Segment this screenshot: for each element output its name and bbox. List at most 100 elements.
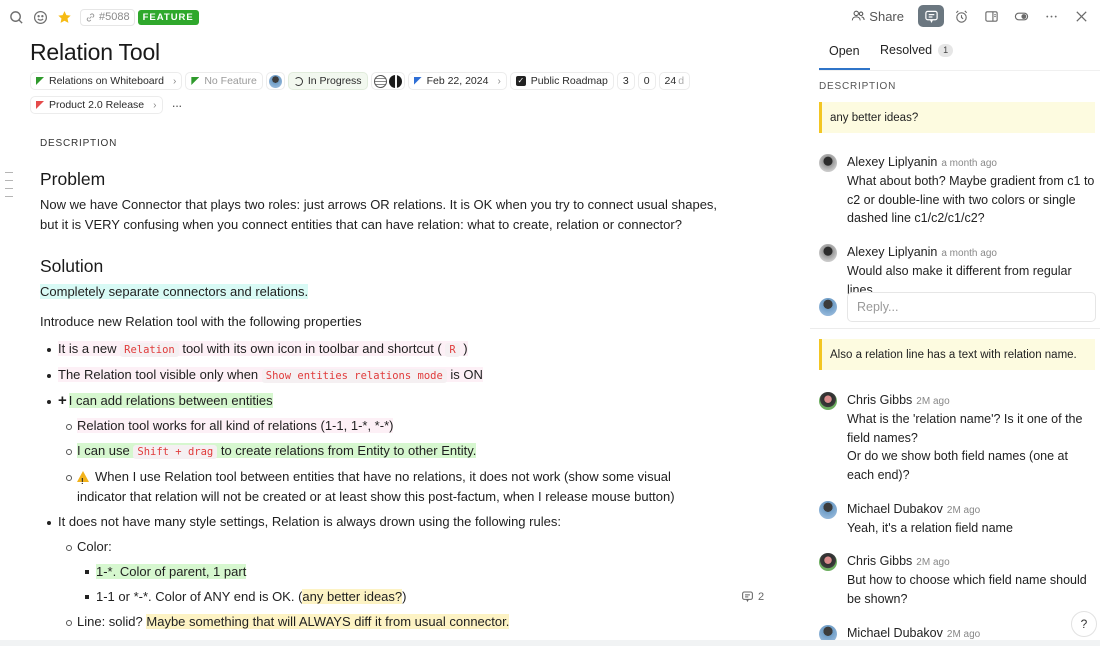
avatar (819, 501, 837, 519)
parent-feature-chip[interactable]: No Feature (185, 72, 263, 90)
share-label: Share (869, 8, 904, 24)
list-item: Relation tool works for all kind of rela… (40, 416, 720, 436)
solution-heading: Solution (40, 256, 104, 276)
list-item: It is a new Relation tool with its own i… (40, 339, 720, 360)
status-chip[interactable]: In Progress (287, 72, 368, 90)
comment-time: a month ago (941, 248, 997, 259)
plus-icon: + (58, 392, 67, 409)
horizontal-scrollbar[interactable] (0, 640, 1100, 646)
comment-icon (742, 591, 753, 603)
count-a-chip[interactable]: 3 (616, 72, 635, 90)
list-item: Color: (40, 537, 720, 557)
toggle-icon[interactable] (1008, 5, 1034, 27)
list-item: When I use Relation tool between entitie… (40, 467, 720, 507)
comment-author[interactable]: Michael Dubakov (847, 502, 943, 516)
more-properties-button[interactable]: ··· (166, 96, 188, 114)
issue-id: #5088 (99, 11, 130, 23)
comment-author[interactable]: Michael Dubakov (847, 626, 943, 640)
count-a: 3 (622, 75, 629, 87)
list-item: The Relation tool visible only when Show… (40, 365, 720, 386)
resolved-count-badge: 1 (938, 43, 954, 57)
people-icon (852, 10, 865, 21)
close-icon[interactable] (1068, 5, 1094, 27)
properties-bar: Relations on Whiteboard › No Feature In … (30, 72, 790, 114)
commented-text[interactable]: any better ideas? (302, 589, 403, 604)
inline-comment-count[interactable]: 2 (741, 590, 764, 603)
comments-tabs: Open Resolved 1 (819, 34, 1100, 71)
avatar (819, 244, 837, 262)
properties-list: It is a new Relation tool with its own i… (40, 339, 720, 632)
comment-text: What about both? Maybe gradient from c1 … (847, 174, 1095, 225)
page-title[interactable]: Relation Tool (30, 39, 160, 66)
help-button[interactable]: ? (1071, 611, 1097, 637)
more-icon[interactable] (1038, 5, 1064, 27)
feature-label: Relations on Whiteboard (49, 75, 164, 87)
in-progress-icon (293, 76, 303, 86)
checkbox-icon: ✓ (515, 76, 526, 86)
inline-code: R (445, 343, 460, 357)
feature-chip[interactable]: Relations on Whiteboard › (30, 72, 183, 90)
reply-input[interactable] (847, 292, 1096, 322)
date-chip[interactable]: Feb 22, 2024 › (407, 72, 507, 90)
sidebar-panel-icon[interactable] (978, 5, 1004, 27)
release-label: Product 2.0 Release (49, 99, 145, 111)
comment-author[interactable]: Chris Gibbs (847, 554, 912, 568)
comment-time: 2M ago (946, 505, 981, 516)
roadmap-chip[interactable]: ✓ Public Roadmap (509, 72, 614, 90)
comment-text: But how to choose which field name shoul… (847, 573, 1087, 606)
avatar (373, 74, 387, 88)
comments-icon[interactable] (918, 5, 944, 27)
avatar (819, 298, 837, 316)
outline-navigator[interactable] (5, 172, 13, 204)
commented-text[interactable]: Maybe something that will ALWAYS diff it… (146, 614, 510, 629)
avatar (388, 74, 402, 88)
top-bar-left: #5088 FEATURE (4, 8, 199, 26)
list-item: + I can add relations between entities (40, 391, 720, 411)
quoted-text[interactable]: Also a relation line has a text with rel… (819, 339, 1095, 370)
count-b-chip[interactable]: 0 (637, 72, 656, 90)
age-value: 24 (664, 75, 677, 87)
avatar (819, 392, 837, 410)
tab-open[interactable]: Open (819, 44, 870, 70)
chevron-right-icon: › (497, 75, 501, 87)
list-item: I can use Shift + drag to create relatio… (40, 441, 720, 462)
comment-text: Yeah, it's a relation field name (847, 521, 1013, 535)
age-chip[interactable]: 24 d (658, 72, 691, 90)
share-button[interactable]: Share (845, 7, 910, 26)
top-bar-right: Share (845, 5, 1094, 27)
type-badge[interactable]: FEATURE (137, 9, 199, 25)
comment-author[interactable]: Alexey Liplyanin (847, 245, 937, 259)
count-b: 0 (643, 75, 650, 87)
comment-author[interactable]: Chris Gibbs (847, 393, 912, 407)
age-unit: d (678, 75, 685, 87)
quoted-text[interactable]: any better ideas? (819, 102, 1095, 133)
comment-time: 2M ago (946, 629, 981, 640)
comment-time: 2M ago (916, 557, 950, 568)
status-label: In Progress (307, 75, 362, 87)
avatar (819, 154, 837, 172)
document-area: Relation Tool Relations on Whiteboard › … (0, 34, 810, 640)
comment-author[interactable]: Alexey Liplyanin (847, 155, 937, 169)
star-icon[interactable] (52, 8, 76, 26)
thread-divider (810, 328, 1100, 329)
release-chip[interactable]: Product 2.0 Release › (30, 96, 163, 114)
issue-id-chip[interactable]: #5088 (80, 8, 135, 26)
comments-panel: Open Resolved 1 DESCRIPTION any better i… (810, 34, 1100, 640)
tab-resolved[interactable]: Resolved 1 (880, 43, 954, 57)
list-item: Line: solid? Maybe something that will A… (40, 612, 720, 632)
owners-chip[interactable] (370, 72, 405, 90)
inline-code: Relation (120, 343, 179, 357)
assignee-chip[interactable] (265, 72, 285, 90)
date-label: Feb 22, 2024 (426, 75, 489, 87)
inline-code: Shift + drag (133, 445, 218, 459)
description-body[interactable]: DESCRIPTION Problem Now we have Connecto… (40, 134, 720, 637)
emoji-icon[interactable] (28, 8, 52, 26)
list-item: It does not have many style settings, Re… (40, 512, 720, 532)
feature-flag-icon (36, 77, 44, 85)
comment-count-value: 2 (758, 590, 765, 603)
search-icon[interactable] (4, 8, 28, 26)
inline-code: Show entities relations mode (261, 369, 447, 383)
alarm-icon[interactable] (948, 5, 974, 27)
comment-time: a month ago (941, 158, 997, 169)
list-item: 1-*. Color of parent, 1 part (40, 562, 720, 582)
